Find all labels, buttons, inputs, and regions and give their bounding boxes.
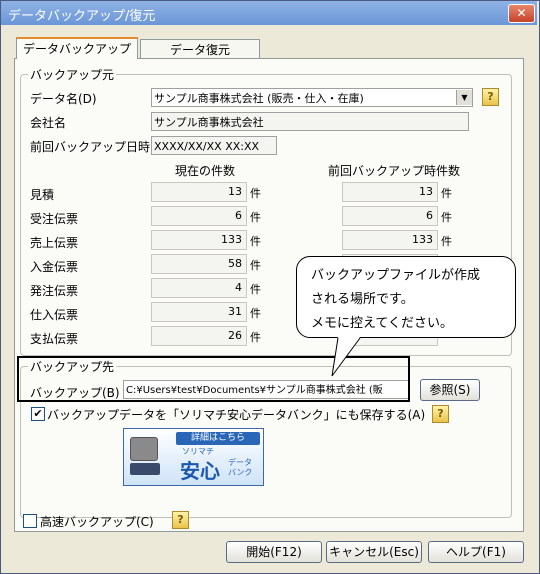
current-count: 31: [151, 302, 247, 322]
unit-label: 件: [250, 307, 261, 320]
databank-checkbox-label: バックアップデータを「ソリマチ安心データバンク」にも保存する(A): [47, 408, 426, 422]
unit-label: 件: [250, 211, 261, 224]
unit-label: 件: [250, 283, 261, 296]
start-button[interactable]: 開始(F12): [226, 541, 322, 563]
fast-backup-checkbox[interactable]: [23, 514, 37, 528]
col-current-header: 現在の件数: [175, 164, 236, 178]
databank-checkbox[interactable]: ✔: [31, 407, 45, 421]
laptop-icon: [130, 463, 160, 475]
unit-label: 件: [250, 331, 261, 344]
current-count: 58: [151, 254, 247, 274]
unit-label: 件: [441, 187, 452, 200]
help-button[interactable]: ヘルプ(F1): [428, 541, 524, 563]
callout-line-1: バックアップファイルが作成: [311, 268, 481, 283]
banner-main: 安心: [180, 459, 220, 483]
current-count: 6: [151, 206, 247, 226]
unit-label: 件: [441, 211, 452, 224]
row-label: 見積: [30, 188, 55, 202]
current-count: 4: [151, 278, 247, 298]
fast-backup-help-icon[interactable]: ?: [172, 511, 189, 529]
data-name-value: サンプル商事株式会社 (販売・仕入・在庫): [154, 92, 364, 105]
callout-line-3: メモに控えてください。: [311, 316, 453, 331]
row-label: 売上伝票: [30, 236, 79, 250]
previous-count: 13: [342, 182, 438, 202]
tab-data-restore[interactable]: データ復元: [140, 39, 260, 60]
row-label: 仕入伝票: [30, 308, 79, 322]
browse-button[interactable]: 参照(S): [420, 379, 480, 401]
current-count: 26: [151, 326, 247, 346]
source-legend: バックアップ元: [28, 66, 117, 83]
company-label: 会社名: [30, 116, 67, 130]
callout-pointer: [331, 337, 361, 377]
previous-count: 133: [342, 230, 438, 250]
unit-label: 件: [441, 235, 452, 248]
row-label: 発注伝票: [30, 284, 79, 298]
row-label: 入金伝票: [30, 260, 79, 274]
data-name-label: データ名(D): [30, 92, 97, 106]
lock-icon: [130, 437, 158, 461]
callout-line-2: される場所です。: [311, 292, 414, 307]
current-count: 133: [151, 230, 247, 250]
fast-backup-label: 高速バックアップ(C): [40, 515, 154, 529]
last-backup-label: 前回バックアップ日時: [30, 140, 151, 154]
unit-label: 件: [250, 235, 261, 248]
databank-banner[interactable]: 詳細はこちら ソリマチ 安心 データ バンク: [123, 428, 264, 486]
company-field: サンプル商事株式会社: [151, 112, 469, 131]
chevron-down-icon[interactable]: ▼: [456, 90, 472, 105]
tab-data-backup[interactable]: データバックアップ: [16, 37, 138, 59]
unit-label: 件: [250, 259, 261, 272]
callout-bubble: バックアップファイルが作成 される場所です。 メモに控えてください。: [296, 256, 516, 338]
close-button[interactable]: ✕: [508, 4, 535, 23]
current-count: 13: [151, 182, 247, 202]
window-title: データバックアップ/復元: [8, 9, 156, 24]
data-name-help-icon[interactable]: ?: [482, 88, 499, 106]
last-backup-field: XXXX/XX/XX XX:XX: [151, 136, 277, 155]
banner-sub2: バンク: [228, 468, 253, 477]
data-name-select[interactable]: サンプル商事株式会社 (販売・仕入・在庫): [151, 88, 473, 107]
databank-help-icon[interactable]: ?: [432, 405, 449, 423]
unit-label: 件: [250, 187, 261, 200]
cancel-button[interactable]: キャンセル(Esc): [326, 541, 422, 563]
row-label: 受注伝票: [30, 212, 79, 226]
banner-top: 詳細はこちら: [176, 432, 260, 445]
col-previous-header: 前回バックアップ時件数: [328, 164, 461, 178]
row-label: 支払伝票: [30, 332, 79, 346]
previous-count: 6: [342, 206, 438, 226]
